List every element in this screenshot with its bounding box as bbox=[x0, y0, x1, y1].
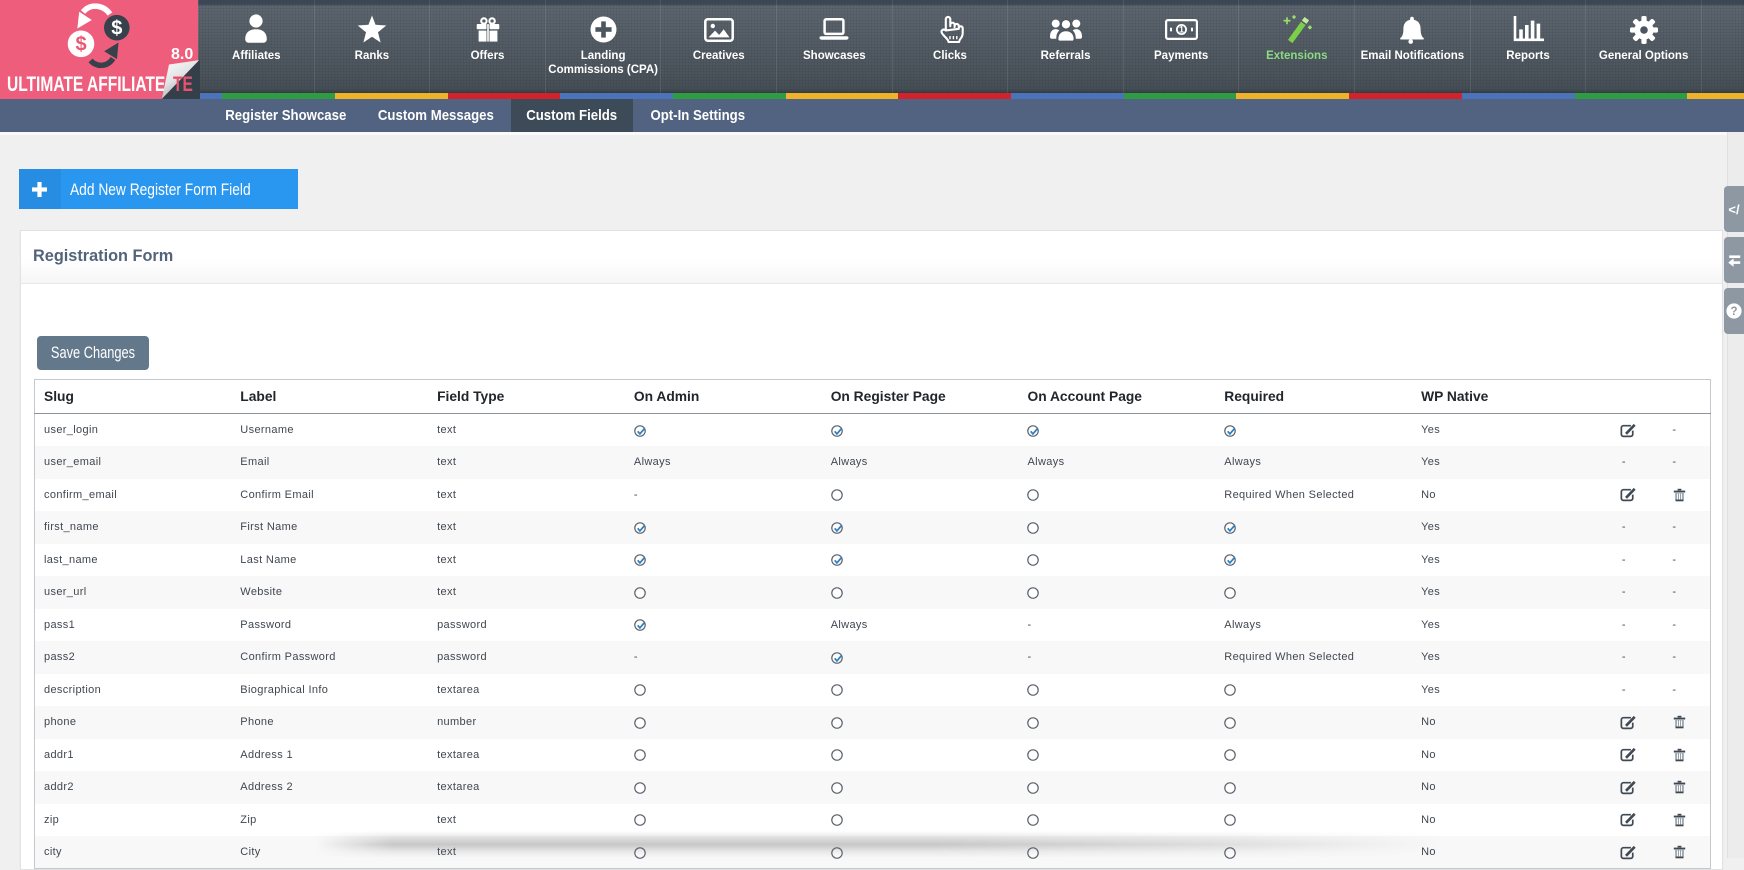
svg-text:1: 1 bbox=[1179, 25, 1184, 35]
svg-text:$: $ bbox=[111, 18, 122, 40]
svg-text:$: $ bbox=[75, 34, 86, 56]
svg-text:?: ? bbox=[1730, 306, 1737, 318]
